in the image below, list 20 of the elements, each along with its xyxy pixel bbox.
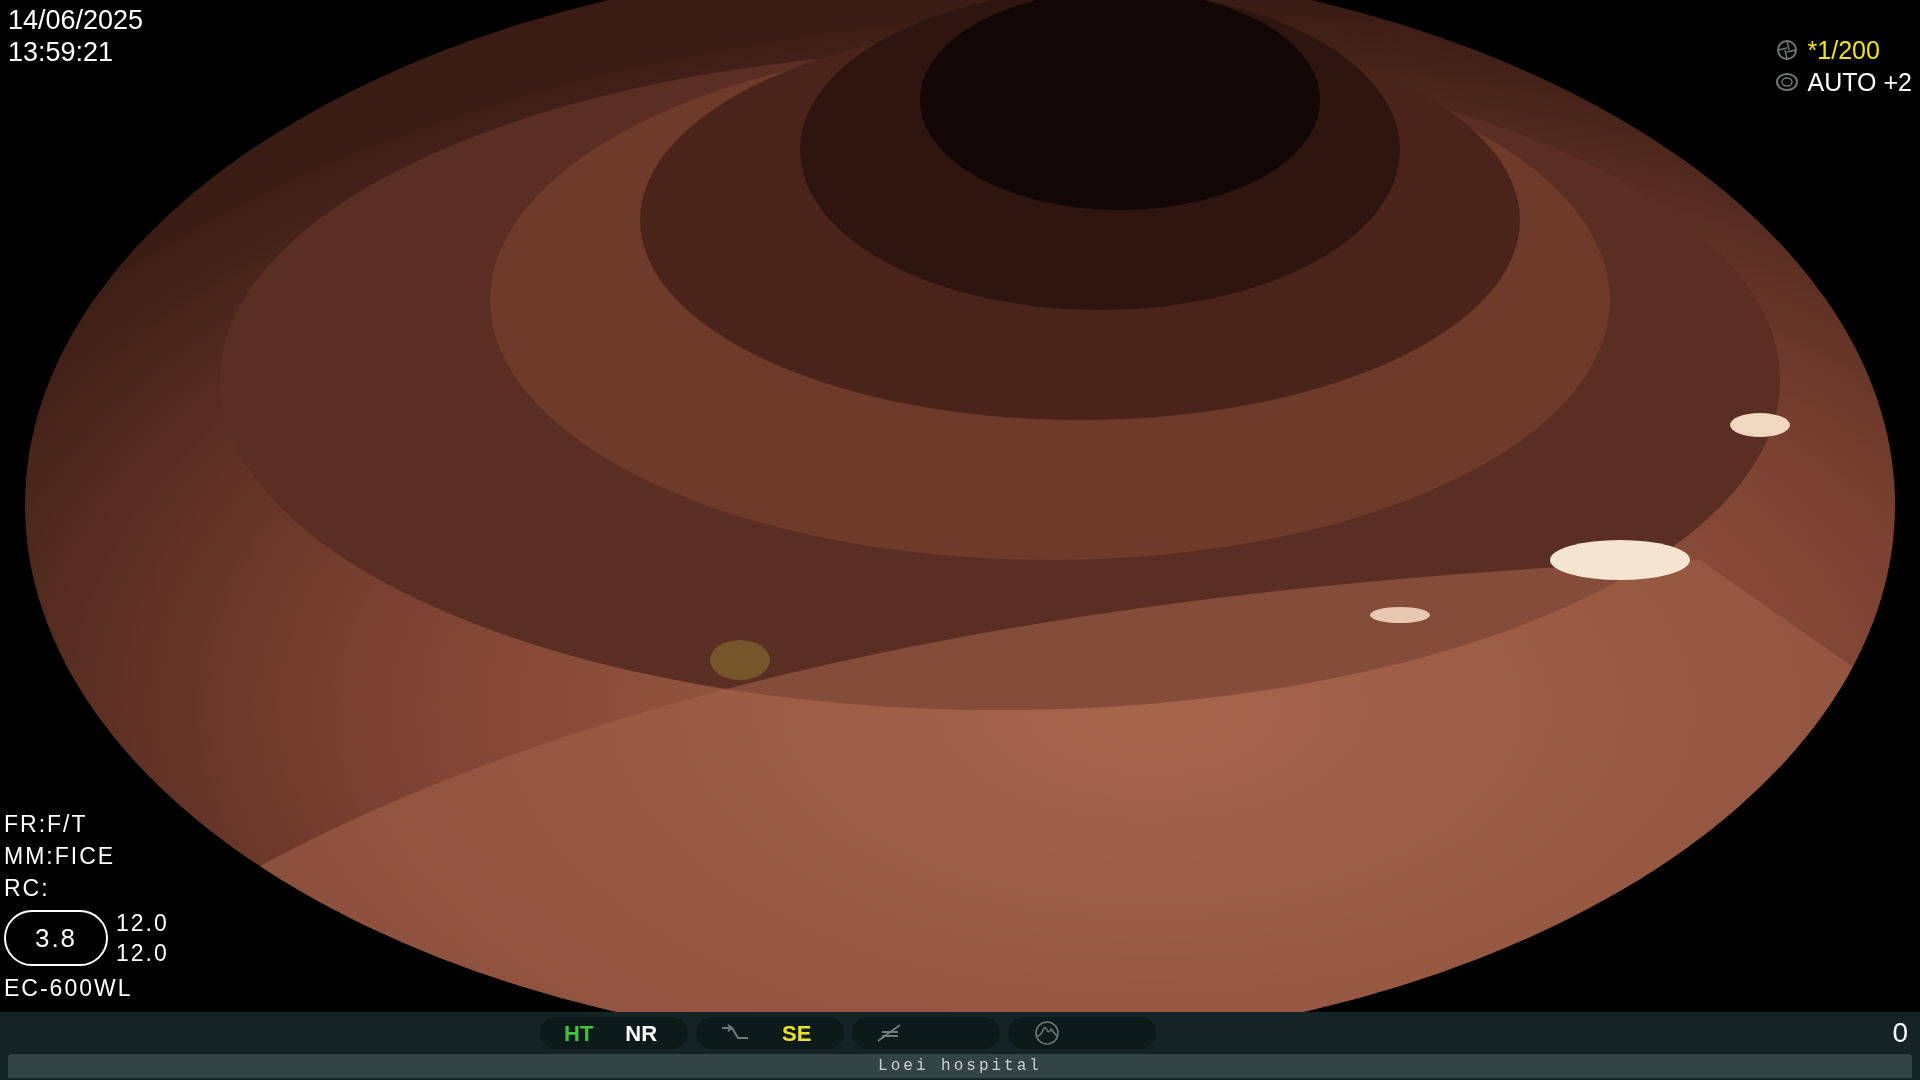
date-text: 14/06/2025 [8,4,144,36]
gauge-reading: 12.0 [116,909,169,938]
iris-icon [1773,71,1800,93]
gauge-reading: 12.0 [116,939,169,968]
camera-setting: AUTO +2 [1807,68,1912,96]
info-text: FR:F/T [4,810,89,839]
status-label: SE [782,1019,812,1048]
scope-model: EC-600WL [4,974,134,1003]
hospital-name: Loei hospital [878,1056,1042,1077]
time-text: 13:59:21 [8,36,115,68]
slash-icon [876,1023,902,1043]
info-text: MM:FICE [4,842,117,871]
info-text: RC: [4,874,51,903]
counter-text: 0 [1892,1016,1908,1050]
curve-icon [720,1024,750,1042]
camera-setting: *1/200 [1807,36,1880,64]
gauge-value: 3.8 [4,910,108,966]
status-label: NR [625,1019,658,1048]
wave-icon [1032,1021,1062,1045]
status-label: HT [564,1019,594,1048]
